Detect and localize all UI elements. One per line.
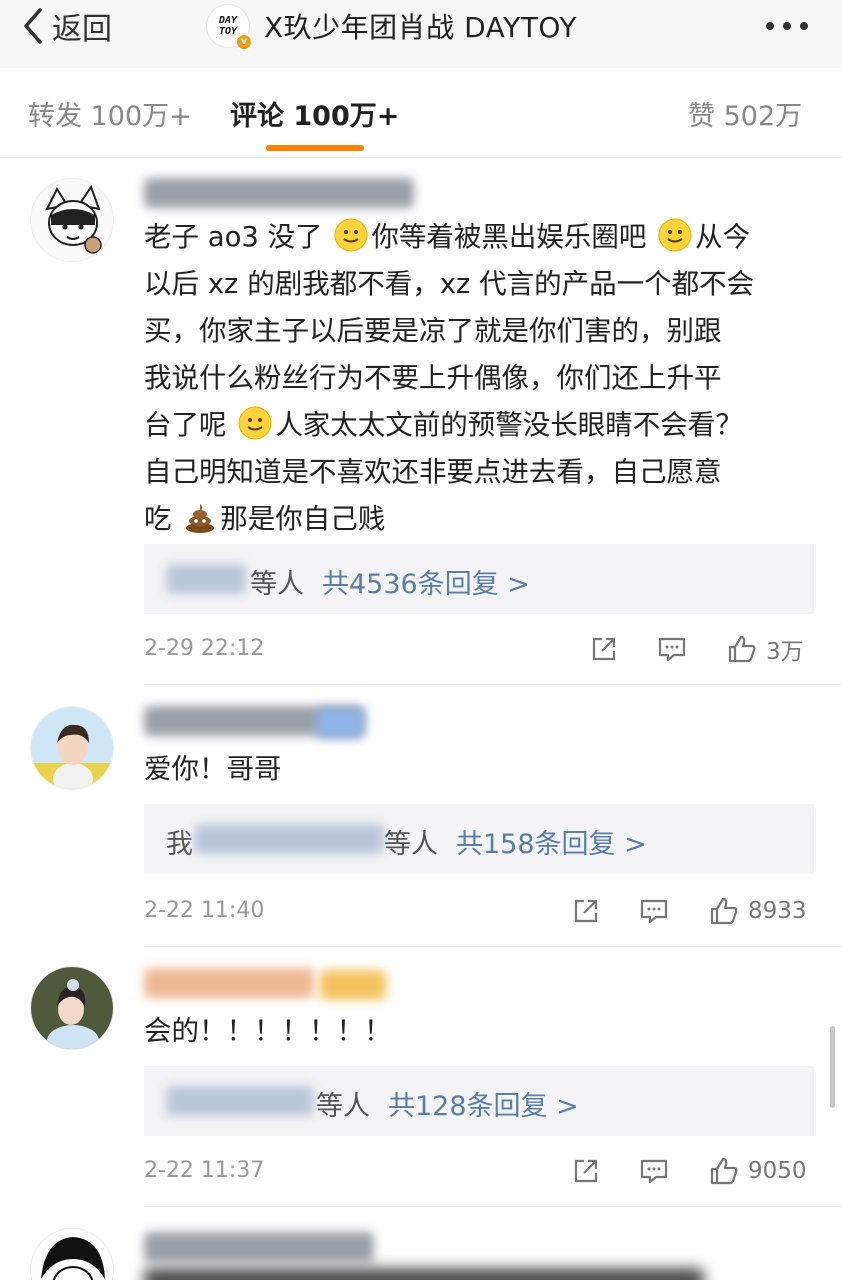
comment-meta-row: 2-22 11:37 9050 <box>144 1152 814 1192</box>
user-badge <box>320 970 386 1000</box>
logo-text-line2: TOY <box>218 26 238 37</box>
reply-summary-text: 等人 共4536条回复 > <box>250 569 530 600</box>
back-button[interactable]: 返回 <box>20 6 112 47</box>
avatar[interactable] <box>30 706 114 790</box>
comment-line: 自己明知道是不喜欢还非要点进去看，自己愿意 <box>144 456 722 488</box>
comment-button[interactable] <box>638 1154 670 1188</box>
poop-emoji-icon <box>186 504 215 533</box>
comment-timestamp: 2-22 11:40 <box>144 898 265 923</box>
comment-icon <box>640 1159 668 1184</box>
avatar[interactable] <box>30 1228 114 1280</box>
like-icon <box>728 635 756 663</box>
comment-text: 老子 ao3 没了 你等着被黑出娱乐圈吧 从今 以后 xz 的剧我都不看，xz … <box>144 214 814 543</box>
smile-emoji-icon <box>238 406 272 440</box>
chevron-left-icon <box>24 8 42 44</box>
avatar[interactable] <box>30 966 114 1050</box>
like-icon <box>710 897 738 925</box>
reply-summary[interactable]: 我 等人 共158条回复 > <box>144 804 814 874</box>
back-label: 返回 <box>52 12 112 47</box>
scrollbar[interactable] <box>830 1026 835 1108</box>
top-navigation-bar: 返回 DAY TOY v X玖少年团肖战 DAYTOY <box>0 0 842 68</box>
like-count: 9050 <box>748 1158 807 1184</box>
commenter-name[interactable] <box>144 1232 374 1262</box>
share-icon <box>574 899 598 923</box>
comment-meta-row: 2-29 22:12 3万 <box>144 630 814 670</box>
divider <box>144 1206 842 1207</box>
smile-emoji-icon <box>334 218 368 252</box>
comment-text-partial <box>144 1268 704 1280</box>
page-title-area: DAY TOY v X玖少年团肖战 DAYTOY <box>206 4 577 51</box>
like-button[interactable]: 3万 <box>726 632 804 666</box>
blurred-replier-name <box>166 1086 314 1116</box>
share-button[interactable] <box>570 894 602 928</box>
reply-count-link[interactable]: 共128条回复 > <box>388 1091 579 1122</box>
comment-button[interactable] <box>638 894 670 928</box>
like-button[interactable]: 9050 <box>708 1154 807 1188</box>
comment-line: 买，你家主子以后要是凉了就是你们害的，别跟 <box>144 315 722 347</box>
reply-count-link[interactable]: 共158条回复 > <box>456 829 647 860</box>
account-logo[interactable]: DAY TOY v <box>206 4 253 51</box>
commenter-name[interactable] <box>144 178 414 208</box>
comment-line: 吃 那是你自己贱 <box>144 496 814 543</box>
tab-bar: 转发 100万+ 评论 100万+ 赞 502万 <box>0 68 842 158</box>
reply-summary[interactable]: 等人 共4536条回复 > <box>144 544 814 614</box>
commenter-name[interactable] <box>144 968 314 998</box>
divider <box>144 684 842 685</box>
like-icon <box>710 1157 738 1185</box>
more-dots-icon[interactable] <box>766 10 808 30</box>
comment-line: 我说什么粉丝行为不要上升偶像，你们还上升平 <box>144 362 722 394</box>
reply-prefix: 我 <box>166 829 193 860</box>
comment-text: 会的！！！！！！！ <box>144 1015 392 1047</box>
tab-likes[interactable]: 赞 502万 <box>688 94 802 133</box>
comment-icon <box>640 899 668 924</box>
like-count: 8933 <box>748 898 807 924</box>
reply-summary-text: 等人 共158条回复 > <box>384 829 647 860</box>
comment-timestamp: 2-22 11:37 <box>144 1158 265 1183</box>
divider <box>144 946 842 947</box>
comment-text: 爱你！哥哥 <box>144 753 282 785</box>
comment-button[interactable] <box>656 632 688 666</box>
reply-count-link[interactable]: 共4536条回复 > <box>322 569 530 600</box>
blurred-replier-name <box>166 564 246 594</box>
active-tab-indicator <box>266 145 364 151</box>
share-button[interactable] <box>588 632 620 666</box>
share-icon <box>574 1159 598 1183</box>
like-button[interactable]: 8933 <box>708 894 807 928</box>
blurred-replier-name <box>194 824 384 854</box>
tab-comments[interactable]: 评论 100万+ <box>230 94 399 133</box>
like-count: 3万 <box>766 639 804 665</box>
share-icon <box>592 637 616 661</box>
tab-reposts[interactable]: 转发 100万+ <box>28 94 192 133</box>
smile-emoji-icon <box>658 218 692 252</box>
comment-timestamp: 2-29 22:12 <box>144 636 265 661</box>
comment-line: 老子 ao3 没了 你等着被黑出娱乐圈吧 从今 <box>144 214 814 261</box>
comment-meta-row: 2-22 11:40 8933 <box>144 892 814 932</box>
reply-summary[interactable]: 等人 共128条回复 > <box>144 1066 814 1136</box>
comment-icon <box>658 637 686 662</box>
reply-summary-text: 等人 共128条回复 > <box>316 1091 579 1122</box>
avatar[interactable] <box>30 178 114 262</box>
comment-line: 台了呢 人家太太文前的预警没长眼睛不会看？ <box>144 402 814 449</box>
logo-text-line1: DAY <box>218 15 238 26</box>
share-button[interactable] <box>570 1154 602 1188</box>
comment-line: 以后 xz 的剧我都不看，xz 代言的产品一个都不会 <box>144 268 755 300</box>
user-badge <box>316 708 364 738</box>
verified-badge-icon: v <box>235 33 253 51</box>
page-title: X玖少年团肖战 DAYTOY <box>264 11 577 44</box>
